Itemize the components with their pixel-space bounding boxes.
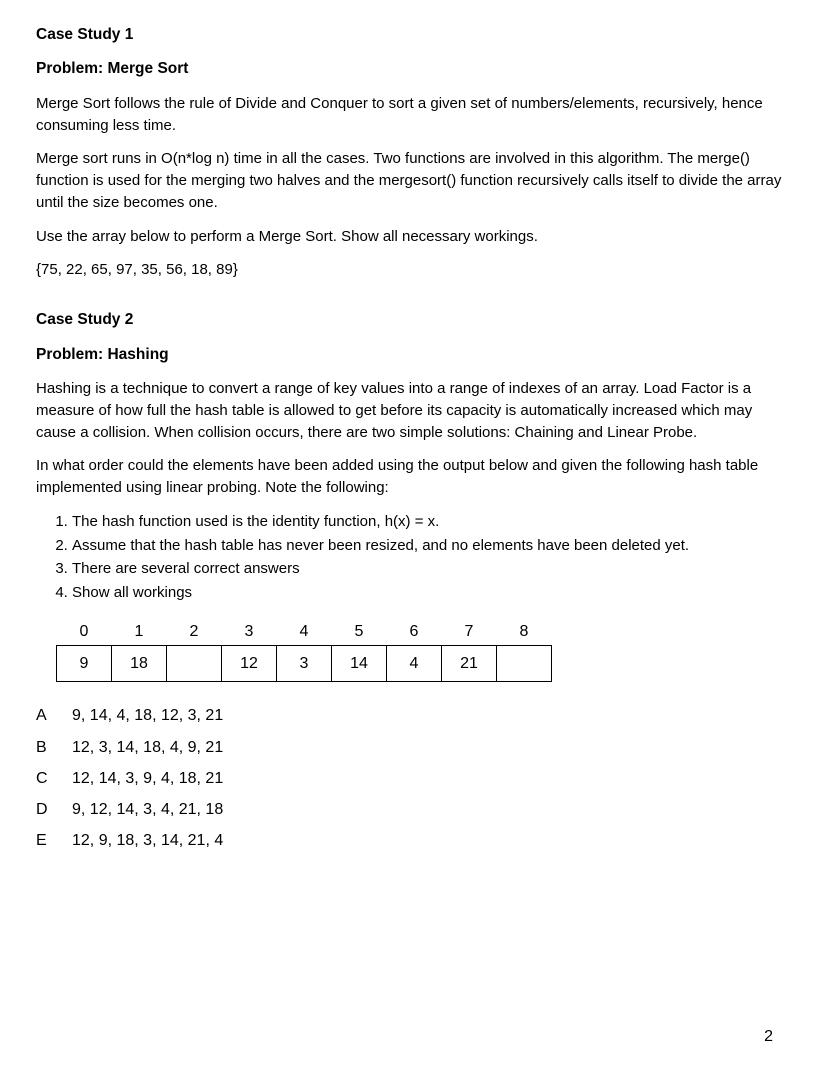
hash-cell-5: 14	[332, 646, 387, 682]
note-item-4: Show all workings	[72, 582, 792, 604]
option-c-label: C	[36, 767, 72, 790]
hash-index-row: 0 1 2 3 4 5 6 7 8	[57, 620, 552, 646]
option-d-value: 9, 12, 14, 3, 4, 21, 18	[72, 798, 223, 821]
hash-index-8: 8	[497, 620, 552, 646]
hash-index-7: 7	[442, 620, 497, 646]
option-d-label: D	[36, 798, 72, 821]
option-c-value: 12, 14, 3, 9, 4, 18, 21	[72, 767, 223, 790]
option-d: D 9, 12, 14, 3, 4, 21, 18	[36, 798, 792, 821]
case1-paragraph-1: Merge Sort follows the rule of Divide an…	[36, 93, 792, 137]
case-study-1: Case Study 1 Problem: Merge Sort Merge S…	[36, 24, 792, 281]
case1-title: Case Study 1	[36, 24, 792, 46]
hash-index-3: 3	[222, 620, 277, 646]
case2-title: Case Study 2	[36, 309, 792, 331]
hash-index-0: 0	[57, 620, 112, 646]
hash-cell-4: 3	[277, 646, 332, 682]
option-b-value: 12, 3, 14, 18, 4, 9, 21	[72, 736, 223, 759]
hash-index-6: 6	[387, 620, 442, 646]
hash-cell-1: 18	[112, 646, 167, 682]
hash-index-2: 2	[167, 620, 222, 646]
note-item-1: The hash function used is the identity f…	[72, 511, 792, 533]
hash-cell-3: 12	[222, 646, 277, 682]
option-e-value: 12, 9, 18, 3, 14, 21, 4	[72, 829, 223, 852]
case2-notes-list: The hash function used is the identity f…	[36, 511, 792, 604]
case1-paragraph-2: Merge sort runs in O(n*log n) time in al…	[36, 148, 792, 213]
note-item-3: There are several correct answers	[72, 558, 792, 580]
hash-cell-0: 9	[57, 646, 112, 682]
option-b: B 12, 3, 14, 18, 4, 9, 21	[36, 736, 792, 759]
case-study-2: Case Study 2 Problem: Hashing Hashing is…	[36, 309, 792, 852]
case2-paragraph-1: Hashing is a technique to convert a rang…	[36, 378, 792, 443]
hash-cell-2	[167, 646, 222, 682]
option-c: C 12, 14, 3, 9, 4, 18, 21	[36, 767, 792, 790]
case2-paragraph-2: In what order could the elements have be…	[36, 455, 792, 499]
case2-problem: Problem: Hashing	[36, 344, 792, 366]
option-e: E 12, 9, 18, 3, 14, 21, 4	[36, 829, 792, 852]
page-number: 2	[764, 1025, 773, 1048]
hash-index-4: 4	[277, 620, 332, 646]
hash-table: 0 1 2 3 4 5 6 7 8 9 18 12 3 14 4 21	[56, 620, 552, 683]
hash-index-1: 1	[112, 620, 167, 646]
hash-cell-7: 21	[442, 646, 497, 682]
option-e-label: E	[36, 829, 72, 852]
option-a-value: 9, 14, 4, 18, 12, 3, 21	[72, 704, 223, 727]
option-a: A 9, 14, 4, 18, 12, 3, 21	[36, 704, 792, 727]
case1-array: {75, 22, 65, 97, 35, 56, 18, 89}	[36, 259, 792, 281]
hash-index-5: 5	[332, 620, 387, 646]
hash-cell-6: 4	[387, 646, 442, 682]
hash-value-row: 9 18 12 3 14 4 21	[57, 646, 552, 682]
option-a-label: A	[36, 704, 72, 727]
case1-problem: Problem: Merge Sort	[36, 58, 792, 80]
option-b-label: B	[36, 736, 72, 759]
case1-paragraph-3: Use the array below to perform a Merge S…	[36, 226, 792, 248]
note-item-2: Assume that the hash table has never bee…	[72, 535, 792, 557]
answer-options: A 9, 14, 4, 18, 12, 3, 21 B 12, 3, 14, 1…	[36, 704, 792, 852]
hash-cell-8	[497, 646, 552, 682]
